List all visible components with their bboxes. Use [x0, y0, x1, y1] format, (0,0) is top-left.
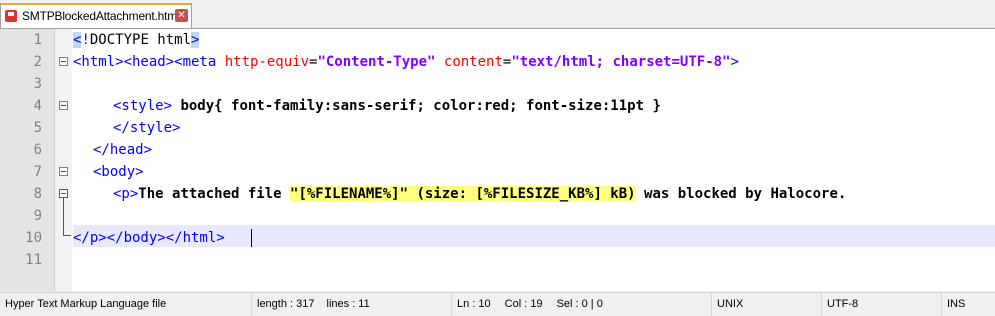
token: <body> — [93, 164, 144, 180]
token: </p></body></html> — [73, 230, 225, 246]
close-tab-icon[interactable]: ✕ — [175, 9, 188, 22]
status-length: length : 317 — [257, 298, 315, 310]
status-ln: Ln : 10 — [457, 298, 491, 310]
tab-smtpblockedattachment[interactable]: SMTPBlockedAttachment.html ✕ — [0, 3, 192, 28]
token: <style> — [113, 98, 173, 114]
code-line-7: <body> — [93, 161, 144, 183]
token: <html><head><meta — [73, 54, 225, 70]
line-number: 11 — [25, 252, 42, 268]
token: > — [191, 32, 200, 48]
line-number: 1 — [33, 32, 42, 48]
line-number: 3 — [33, 76, 42, 92]
line-number: 6 — [33, 142, 42, 158]
unsaved-file-icon — [5, 10, 17, 22]
token: http-equiv — [224, 54, 310, 70]
code-line-8: <p>The attached file "[%FILENAME%]" (siz… — [113, 183, 846, 205]
code-line-1: <!DOCTYPE html> — [73, 29, 200, 51]
line-number: 5 — [33, 120, 42, 136]
line-number: 7 — [33, 164, 42, 180]
status-length-lines: length : 317 lines : 11 — [252, 293, 452, 316]
token: DOCTYPE html — [89, 32, 192, 48]
token: was blocked by Halocore. — [635, 186, 847, 202]
code-line-6: </head> — [93, 139, 152, 161]
line-number: 4 — [33, 98, 42, 114]
token: content — [435, 54, 503, 70]
token: "[%FILENAME%]" (size: [%FILESIZE_KB%] kB… — [290, 186, 636, 202]
tab-bar: SMTPBlockedAttachment.html ✕ — [0, 0, 995, 29]
token: "text/html; charset=UTF-8" — [511, 54, 731, 70]
token: </head> — [93, 142, 153, 158]
status-insert-mode[interactable]: INS — [942, 293, 995, 316]
token: The attached file — [138, 186, 291, 202]
status-filetype: Hyper Text Markup Language file — [0, 293, 252, 316]
token: ! — [81, 32, 90, 48]
line-number: 2 — [33, 54, 42, 70]
fold-collapse-icon[interactable] — [59, 101, 68, 110]
code-line-10: </p></body></html> — [73, 227, 225, 249]
status-eol[interactable]: UNIX — [712, 293, 822, 316]
fold-guide-line — [63, 198, 64, 235]
fold-collapse-icon[interactable] — [59, 167, 68, 176]
line-number: 9 — [33, 208, 42, 224]
token: body{ font-family:sans-serif; color:red;… — [172, 98, 661, 114]
status-position: Ln : 10 Col : 19 Sel : 0 | 0 — [452, 293, 712, 316]
token: > — [730, 54, 739, 70]
status-col: Col : 19 — [504, 298, 543, 310]
code-line-5: </style> — [113, 117, 180, 139]
status-encoding[interactable]: UTF-8 — [822, 293, 942, 316]
token: </style> — [113, 120, 181, 136]
code-line-4: <style> body{ font-family:sans-serif; co… — [113, 95, 661, 117]
status-lines: lines : 11 — [326, 298, 370, 310]
code-text-area[interactable]: <!DOCTYPE html> <html><head><meta http-e… — [73, 29, 995, 291]
text-caret — [251, 229, 252, 247]
tab-title: SMTPBlockedAttachment.html — [22, 9, 180, 23]
line-number-gutter: 1 2 3 4 5 6 7 8 9 10 11 — [0, 29, 55, 291]
fold-collapse-icon[interactable] — [59, 189, 68, 198]
token: <p> — [113, 186, 139, 202]
code-line-2: <html><head><meta http-equiv="Content-Ty… — [73, 51, 739, 73]
fold-margin — [55, 29, 72, 291]
fold-end-marker — [63, 235, 71, 236]
fold-collapse-icon[interactable] — [59, 57, 68, 66]
code-editor[interactable]: 1 2 3 4 5 6 7 8 9 10 11 <!DOCTYPE html> … — [0, 29, 995, 291]
status-sel: Sel : 0 | 0 — [556, 298, 603, 310]
status-bar: Hyper Text Markup Language file length :… — [0, 292, 995, 316]
line-number: 10 — [25, 230, 42, 246]
token: "Content-Type" — [317, 54, 436, 70]
line-number: 8 — [33, 186, 42, 202]
